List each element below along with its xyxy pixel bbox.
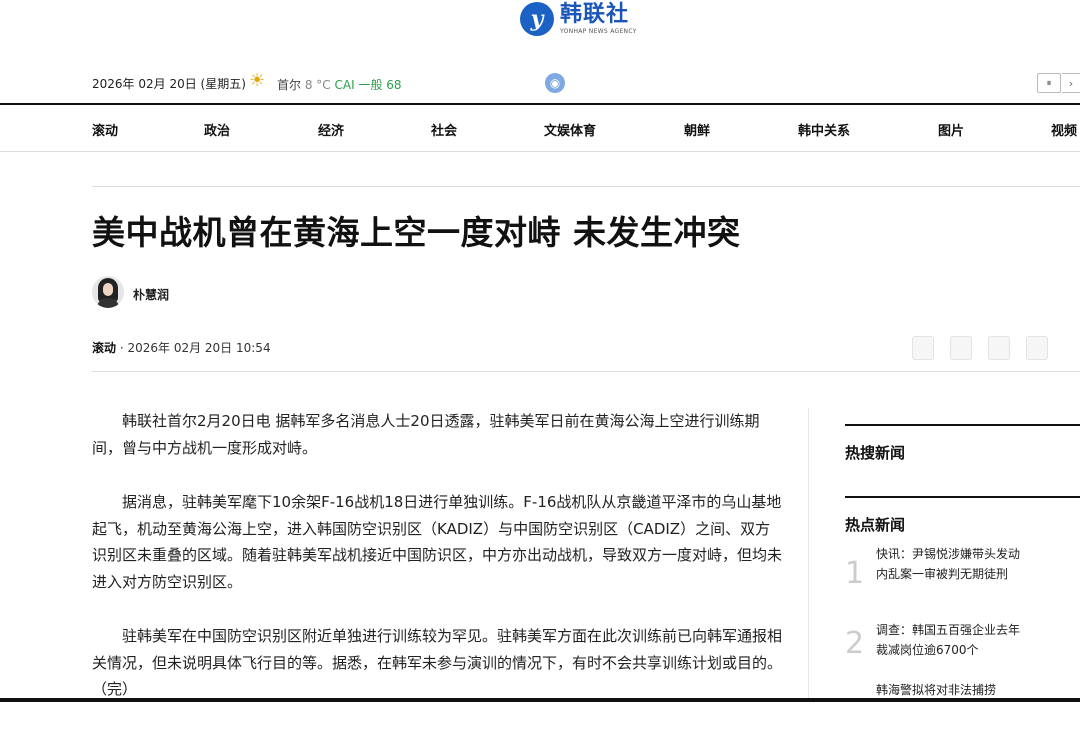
main-nav: 滚动 政治 经济 社会 文娱体育 朝鲜 韩中关系 图片 视频: [0, 105, 1080, 152]
article-title: 美中战机曾在黄海上空一度对峙 未发生冲突: [92, 213, 741, 252]
weather-info[interactable]: 首尔 8 °C CAI 一般 68: [277, 76, 402, 93]
article-tools: [912, 336, 1048, 360]
column-divider: [808, 408, 809, 702]
nav-item-video[interactable]: 视频: [1051, 120, 1077, 139]
article-paragraph: 韩联社首尔2月20日电 据韩军多名消息人士20日透露，驻韩美军日前在黄海公海上空…: [92, 412, 760, 457]
print-icon[interactable]: [950, 336, 972, 360]
hot-news-rank: 1: [845, 556, 865, 591]
logo-mark-icon: y: [520, 2, 554, 36]
trending-search-title: 热搜新闻: [845, 444, 906, 462]
sidebar-rule: [845, 424, 1080, 426]
logo-name: 韩联社: [560, 1, 630, 27]
top-info-bar: 2026年 02月 20日 (星期五) ☀ 首尔 8 °C CAI 一般 68 …: [0, 63, 1080, 103]
hot-news-link[interactable]: 韩海警拟将对非法捕捞: [876, 680, 1026, 700]
logo-text: 韩联社 YONHAP NEWS AGENCY: [560, 1, 637, 35]
pause-button[interactable]: ⏸: [1037, 73, 1061, 93]
author-name[interactable]: 朴慧润: [133, 286, 169, 303]
notification-icon[interactable]: ◉: [545, 73, 565, 93]
nav-item-north-korea[interactable]: 朝鲜: [684, 120, 710, 139]
bookmark-icon[interactable]: [1026, 336, 1048, 360]
air-quality: CAI 一般 68: [334, 78, 402, 92]
meta-divider: [92, 371, 1080, 372]
hot-news-rank: 2: [845, 626, 865, 661]
yonhap-logo[interactable]: y 韩联社 YONHAP NEWS AGENCY: [520, 0, 637, 38]
nav-item-culture-sports[interactable]: 文娱体育: [544, 120, 596, 139]
hot-news-link[interactable]: 快讯：尹锡悦涉嫌带头发动内乱案一审被判无期徒刑: [876, 544, 1026, 584]
logo-name-en: YONHAP NEWS AGENCY: [560, 27, 637, 35]
section-divider: [92, 186, 1080, 187]
nav-item-rolling[interactable]: 滚动: [92, 120, 118, 139]
article-paragraph: 据消息，驻韩美军麾下10余架F-16战机18日进行单独训练。F-16战机队从京畿…: [92, 493, 783, 591]
hot-news-title: 热点新闻: [845, 516, 906, 534]
article-body: 韩联社首尔2月20日电 据韩军多名消息人士20日透露，驻韩美军日前在黄海公海上空…: [92, 408, 782, 731]
nav-item-society[interactable]: 社会: [431, 120, 457, 139]
article-meta: 滚动 · 2026年 02月 20日 10:54: [92, 339, 271, 356]
author-avatar[interactable]: [92, 276, 124, 308]
nav-item-korea-china[interactable]: 韩中关系: [798, 120, 850, 139]
font-size-icon[interactable]: [912, 336, 934, 360]
sun-icon: ☀: [249, 70, 266, 91]
screen-bottom-edge: [0, 698, 1080, 702]
current-date: 2026年 02月 20日 (星期五): [92, 77, 246, 91]
sidebar-rule: [845, 496, 1080, 498]
article-category[interactable]: 滚动: [92, 341, 116, 355]
nav-item-politics[interactable]: 政治: [204, 120, 230, 139]
weather-city: 首尔: [277, 78, 302, 92]
nav-item-photos[interactable]: 图片: [938, 120, 964, 139]
nav-item-economy[interactable]: 经济: [318, 120, 344, 139]
weather-temp: 8 °C: [304, 78, 331, 92]
article-paragraph: 驻韩美军在中国防空识别区附近单独进行训练较为罕见。驻韩美军方面在此次训练前已向韩…: [92, 627, 783, 698]
next-button[interactable]: ›: [1062, 73, 1080, 93]
hot-news-link[interactable]: 调查：韩国五百强企业去年裁减岗位逾6700个: [876, 620, 1026, 660]
article-datetime: · 2026年 02月 20日 10:54: [119, 341, 271, 355]
share-icon[interactable]: [988, 336, 1010, 360]
